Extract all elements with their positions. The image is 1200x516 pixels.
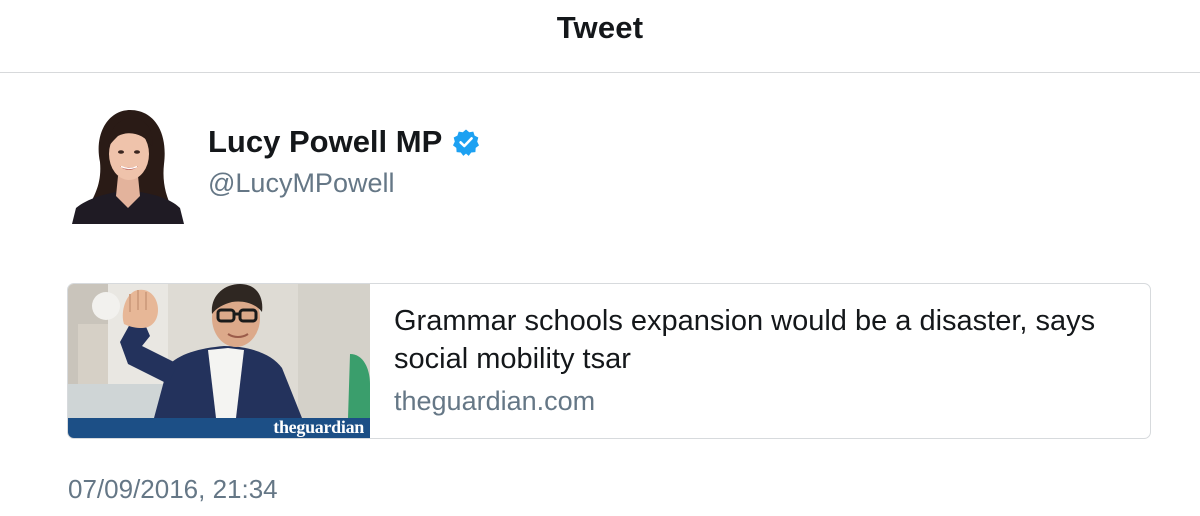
guardian-logo-bar: theguardian <box>68 417 370 438</box>
link-preview-image[interactable]: theguardian <box>68 284 370 438</box>
link-preview-card[interactable]: theguardian Grammar schools expansion wo… <box>67 283 1151 439</box>
page-title: Tweet <box>556 10 644 45</box>
author-handle[interactable]: @LucyMPowell <box>208 168 394 199</box>
link-preview-domain: theguardian.com <box>394 386 596 416</box>
verified-badge-icon <box>452 128 480 156</box>
link-preview-title[interactable]: Grammar schools expansion would be a dis… <box>394 302 1114 378</box>
tweet-timestamp: 07/09/2016, 21:34 <box>68 474 278 504</box>
guardian-logo: theguardian <box>273 417 364 437</box>
author-display-name[interactable]: Lucy Powell MP <box>208 124 442 160</box>
top-bar: Tweet <box>0 0 1200 73</box>
avatar[interactable] <box>72 104 184 224</box>
author-name-row[interactable]: Lucy Powell MP <box>208 124 480 160</box>
